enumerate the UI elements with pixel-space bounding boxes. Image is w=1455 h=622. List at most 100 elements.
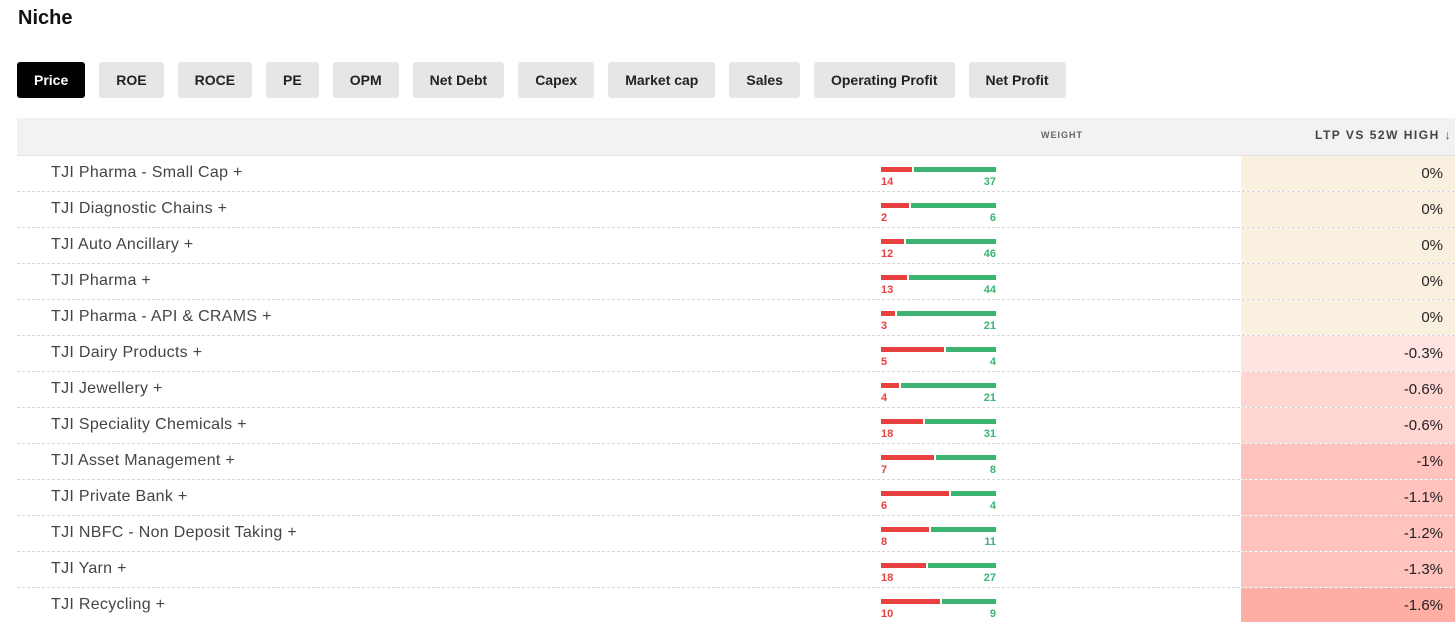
weight-bar-green [911, 203, 996, 208]
tab-market-cap[interactable]: Market cap [608, 62, 716, 98]
weight-bar-green [906, 239, 996, 244]
weight-bar-red [881, 491, 949, 496]
weight-red-count: 3 [881, 320, 888, 332]
weight-bar-red [881, 347, 944, 352]
tab-price[interactable]: Price [17, 62, 86, 98]
weight-green-count: 27 [983, 572, 996, 584]
table-row[interactable]: TJI Asset Management +7 8 -1% [17, 444, 1455, 480]
weight-green-count: 4 [989, 500, 996, 512]
weight-bar: 3 21 [881, 311, 996, 333]
weight-red-count: 13 [881, 284, 894, 296]
sector-name-link[interactable]: TJI Yarn + [51, 560, 127, 578]
table-row[interactable]: TJI Pharma + 13 44 0% [17, 264, 1455, 300]
tab-sales[interactable]: Sales [729, 62, 800, 98]
weight-bar-red [881, 311, 895, 316]
table-header: WEIGHT LTP VS 52W HIGH ↓ [17, 118, 1455, 156]
sector-name-link[interactable]: TJI Recycling + [51, 596, 165, 614]
weight-bar-red [881, 383, 899, 388]
weight-red-count: 2 [881, 212, 888, 224]
table-row[interactable]: TJI Speciality Chemicals +18 31 -0.6% [17, 408, 1455, 444]
weight-red-count: 8 [881, 536, 888, 548]
table-row[interactable]: TJI Recycling + 10 9 -1.6% [17, 588, 1455, 622]
weight-bar: 64 [881, 491, 996, 513]
tab-operating-profit[interactable]: Operating Profit [813, 62, 955, 98]
sector-table: WEIGHT LTP VS 52W HIGH ↓ TJI Pharma - Sm… [17, 118, 1455, 622]
weight-bar-red [881, 239, 904, 244]
tab-roe[interactable]: ROE [99, 62, 164, 98]
weight-bar: 14 37 [881, 167, 996, 189]
weight-green-count: 31 [983, 428, 996, 440]
tab-capex[interactable]: Capex [518, 62, 595, 98]
weight-green-count: 6 [989, 212, 996, 224]
table-row[interactable]: TJI Pharma - API & CRAMS + 3 21 0% [17, 300, 1455, 336]
weight-bar: 13 44 [881, 275, 996, 297]
metric-tabs: Price ROE ROCE PE OPM Net Debt Capex Market cap… [17, 62, 1066, 98]
table-row[interactable]: TJI Dairy Products +5 4 -0.3% [17, 336, 1455, 372]
weight-bar: 78 [881, 455, 996, 477]
tab-pe[interactable]: PE [266, 62, 319, 98]
weight-red-count: 6 [881, 500, 888, 512]
table-row[interactable]: TJI Auto Ancillary + 12 46 0% [17, 228, 1455, 264]
weight-bar-red [881, 527, 929, 532]
ltp-vs-52w-high-cell: -1.2% [1241, 516, 1455, 551]
page: Niche Price ROE ROCE PE OPM Net Debt Capex Mark… [0, 0, 1455, 622]
weight-green-count: 8 [989, 464, 996, 476]
tab-net-profit[interactable]: Net Profit [968, 62, 1066, 98]
weight-bar-green [931, 527, 996, 532]
table-row[interactable]: TJI Diagnostic Chains +2 6 0% [17, 192, 1455, 228]
table-row[interactable]: TJI Pharma - Small Cap + 14 37 0% [17, 156, 1455, 192]
sector-name-link[interactable]: TJI Diagnostic Chains + [51, 200, 227, 218]
sector-name-link[interactable]: TJI Pharma + [51, 272, 151, 290]
sector-name-link[interactable]: TJI Private Bank + [51, 488, 188, 506]
weight-green-count: 44 [983, 284, 996, 296]
weight-column-header[interactable]: WEIGHT [1041, 130, 1083, 140]
weight-red-count: 4 [881, 392, 888, 404]
weight-bar: 18 31 [881, 419, 996, 441]
weight-bar-green [936, 455, 996, 460]
sector-name-link[interactable]: TJI NBFC - Non Deposit Taking + [51, 524, 297, 542]
weight-bar: 8 11 [881, 527, 996, 549]
weight-bar-green [901, 383, 996, 388]
weight-bar-green [946, 347, 996, 352]
sector-name-link[interactable]: TJI Pharma - API & CRAMS + [51, 308, 272, 326]
weight-bar: 18 27 [881, 563, 996, 585]
ltp-vs-52w-high-cell: -1.3% [1241, 552, 1455, 587]
tab-net-debt[interactable]: Net Debt [412, 62, 505, 98]
weight-red-count: 18 [881, 428, 894, 440]
sector-name-link[interactable]: TJI Jewellery + [51, 380, 163, 398]
sector-name-link[interactable]: TJI Dairy Products + [51, 344, 202, 362]
weight-green-count: 21 [983, 320, 996, 332]
weight-bar: 12 46 [881, 239, 996, 261]
weight-bar-green [914, 167, 996, 172]
weight-bar-red [881, 167, 912, 172]
table-row[interactable]: TJI Jewellery + 4 21 -0.6% [17, 372, 1455, 408]
ltp-vs-52w-high-cell: -0.3% [1241, 336, 1455, 371]
ltp-vs-52w-high-cell: -0.6% [1241, 372, 1455, 407]
sector-name-link[interactable]: TJI Speciality Chemicals + [51, 416, 247, 434]
tab-roce[interactable]: ROCE [177, 62, 253, 98]
table-row[interactable]: TJI NBFC - Non Deposit Taking + 8 11 -1.2% [17, 516, 1455, 552]
page-title: Niche [18, 7, 73, 29]
table-row[interactable]: TJI Yarn + 18 27 -1.3% [17, 552, 1455, 588]
weight-bar: 4 21 [881, 383, 996, 405]
weight-bar-red [881, 455, 934, 460]
ltp-vs-52w-high-cell: -0.6% [1241, 408, 1455, 443]
sector-name-link[interactable]: TJI Asset Management + [51, 452, 235, 470]
weight-bar-green [951, 491, 996, 496]
ltp-vs-52w-high-cell: 0% [1241, 228, 1455, 263]
ltp-vs-52w-high-cell: -1.6% [1241, 588, 1455, 622]
ltp-column-header[interactable]: LTP VS 52W HIGH ↓ [1315, 128, 1452, 142]
ltp-vs-52w-high-cell: -1% [1241, 444, 1455, 479]
ltp-vs-52w-high-cell: 0% [1241, 264, 1455, 299]
table-row[interactable]: TJI Private Bank +6 4 -1.1% [17, 480, 1455, 516]
weight-red-count: 12 [881, 248, 894, 260]
sector-name-link[interactable]: TJI Auto Ancillary + [51, 236, 194, 254]
weight-green-count: 11 [984, 536, 996, 548]
weight-green-count: 37 [983, 176, 996, 188]
weight-red-count: 7 [881, 464, 888, 476]
ltp-vs-52w-high-cell: 0% [1241, 300, 1455, 335]
weight-bar-red [881, 419, 923, 424]
ltp-vs-52w-high-cell: 0% [1241, 156, 1455, 191]
sector-name-link[interactable]: TJI Pharma - Small Cap + [51, 164, 243, 182]
tab-opm[interactable]: OPM [332, 62, 399, 98]
